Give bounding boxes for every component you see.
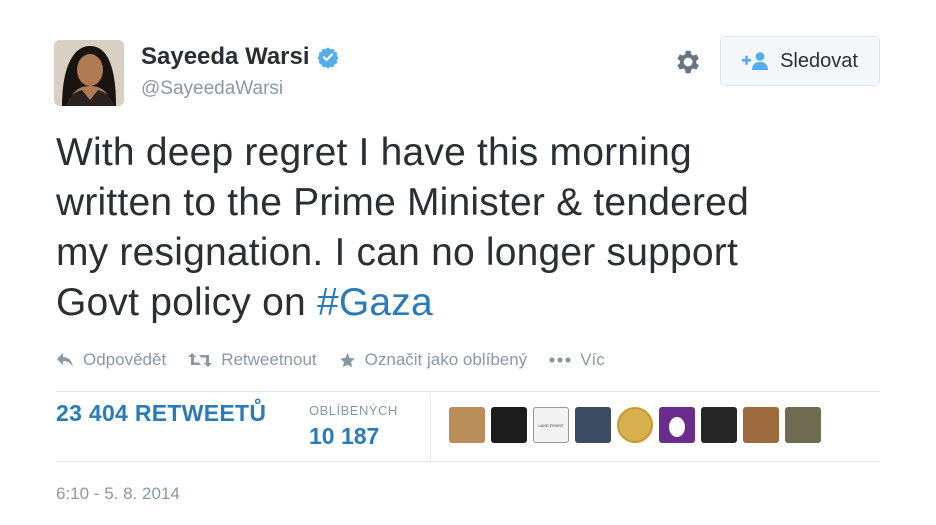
tweet-line: Govt policy on #Gaza bbox=[56, 278, 876, 328]
reply-label: Odpovědět bbox=[83, 350, 167, 369]
favorites-label: OBLÍBENÝCH bbox=[309, 403, 398, 418]
gear-icon[interactable] bbox=[672, 47, 702, 77]
favoriters-list: LAKE FRONT bbox=[449, 407, 827, 443]
favoriter-avatar[interactable] bbox=[617, 407, 653, 443]
favorite-label: Označit jako oblíbený bbox=[364, 350, 528, 369]
hashtag-link[interactable]: #Gaza bbox=[317, 281, 433, 324]
retweet-icon bbox=[188, 353, 213, 367]
stats-top-divider bbox=[56, 391, 880, 392]
stats-vertical-divider bbox=[430, 394, 431, 460]
favorites-count[interactable]: 10 187 bbox=[309, 423, 379, 450]
retweet-label: Retweetnout bbox=[221, 350, 317, 369]
tweet-line: With deep regret I have this morning bbox=[56, 131, 692, 174]
favoriter-avatar[interactable] bbox=[785, 407, 821, 443]
author-avatar[interactable] bbox=[54, 40, 124, 106]
tweet-line: my resignation. I can no longer support bbox=[56, 231, 739, 274]
author-name[interactable]: Sayeeda Warsi bbox=[141, 43, 310, 71]
more-button[interactable]: Víc bbox=[549, 350, 605, 370]
reply-button[interactable]: Odpovědět bbox=[56, 350, 166, 370]
reply-icon bbox=[57, 353, 73, 367]
favoriter-avatar[interactable] bbox=[449, 407, 485, 443]
verified-badge-icon bbox=[316, 47, 339, 68]
favoriter-avatar[interactable] bbox=[575, 407, 611, 443]
more-dots-icon bbox=[549, 357, 571, 363]
tweet-actions: Odpovědět Retweetnout Označit jako oblíb… bbox=[56, 350, 627, 370]
author-handle[interactable]: @SayeedaWarsi bbox=[141, 78, 283, 100]
tweet-text: With deep regret I have this morning wri… bbox=[56, 128, 876, 328]
favoriter-avatar[interactable] bbox=[491, 407, 527, 443]
timestamp[interactable]: 6:10 - 5. 8. 2014 bbox=[56, 484, 180, 504]
follow-button[interactable]: Sledovat bbox=[720, 36, 880, 86]
follow-label: Sledovat bbox=[780, 49, 858, 72]
favorite-button[interactable]: Označit jako oblíbený bbox=[339, 350, 528, 370]
retweet-button[interactable]: Retweetnout bbox=[188, 350, 317, 370]
egg-icon bbox=[669, 417, 685, 437]
favoriter-avatar[interactable] bbox=[743, 407, 779, 443]
favoriter-avatar[interactable] bbox=[659, 407, 695, 443]
favoriter-avatar[interactable]: LAKE FRONT bbox=[533, 407, 569, 443]
more-label: Víc bbox=[580, 350, 605, 369]
add-user-icon bbox=[742, 52, 769, 70]
favoriter-avatar[interactable] bbox=[701, 407, 737, 443]
star-icon bbox=[339, 352, 355, 367]
author-name-row[interactable]: Sayeeda Warsi bbox=[141, 43, 339, 71]
tweet-line-text: Govt policy on bbox=[56, 281, 317, 324]
stats-bottom-divider bbox=[56, 461, 880, 462]
retweet-count[interactable]: 23 404 RETWEETŮ bbox=[56, 400, 266, 427]
tweet-line: written to the Prime Minister & tendered bbox=[56, 181, 749, 224]
favoriter-avatar-caption: LAKE FRONT bbox=[538, 422, 564, 428]
